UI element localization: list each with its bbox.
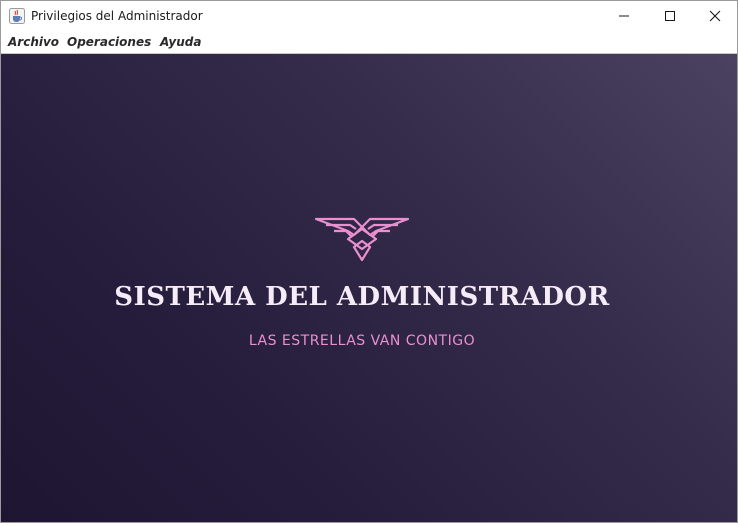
menu-archivo[interactable]: Archivo <box>8 35 59 49</box>
window-title: Privilegios del Administrador <box>31 9 203 23</box>
menu-ayuda[interactable]: Ayuda <box>160 35 201 49</box>
close-button[interactable] <box>692 1 737 32</box>
maximize-button[interactable] <box>647 1 693 32</box>
minimize-button[interactable] <box>601 1 647 32</box>
close-icon <box>709 7 721 26</box>
splash-panel: SISTEMA DEL ADMINISTRADOR LAS ESTRELLAS … <box>1 54 737 522</box>
application-window: Privilegios del Administrador Archivo Op… <box>0 0 738 523</box>
main-title: SISTEMA DEL ADMINISTRADOR <box>114 282 610 312</box>
minimize-icon <box>618 7 630 26</box>
maximize-icon <box>664 7 676 26</box>
subtitle: LAS ESTRELLAS VAN CONTIGO <box>248 333 476 349</box>
java-cup-icon <box>9 8 25 24</box>
menu-operaciones[interactable]: Operaciones <box>67 35 151 49</box>
menu-bar: Archivo Operaciones Ayuda <box>1 32 737 54</box>
title-bar[interactable]: Privilegios del Administrador <box>1 1 737 32</box>
eagle-icon <box>314 217 410 262</box>
